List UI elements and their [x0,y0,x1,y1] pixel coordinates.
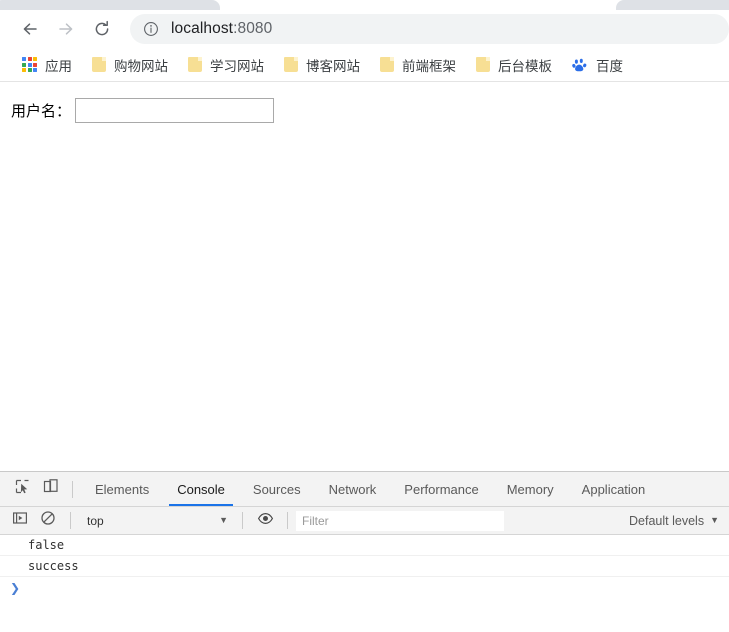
tab-memory[interactable]: Memory [493,472,568,506]
arrow-right-icon [56,19,76,39]
folder-icon [284,57,298,72]
tab-application[interactable]: Application [568,472,660,506]
username-input[interactable] [75,98,275,123]
tab-label: Network [328,481,377,497]
browser-toolbar: localhost:8080 [0,10,729,48]
chevron-down-icon: ▼ [219,515,228,525]
tab-label: Elements [95,481,150,497]
bookmark-label: 百度 [596,58,623,74]
clear-console-icon [40,510,56,531]
divider [287,512,288,529]
bookmark-baidu[interactable]: 百度 [565,52,630,78]
bookmark-label: 后台模板 [498,58,552,74]
inspect-element-icon [14,478,31,500]
tab-label: Console [177,481,225,497]
folder-icon [380,57,394,72]
tab-network[interactable]: Network [315,472,391,506]
bookmark-label: 购物网站 [114,58,168,74]
bookmark-folder-shopping[interactable]: 购物网站 [85,52,175,78]
console-filter-input[interactable] [296,510,504,531]
console-message-text: success [28,559,79,573]
bookmark-folder-frontend[interactable]: 前端框架 [373,52,463,78]
live-expression-button[interactable] [251,508,279,534]
live-expression-eye-icon [257,510,274,532]
username-form-row: 用户名： [11,98,729,123]
tab-label: Performance [404,481,479,497]
console-input-line[interactable]: ❯ [0,577,729,598]
url-port: :8080 [233,20,273,37]
folder-icon [92,57,106,72]
folder-icon [476,57,490,72]
divider [242,512,243,529]
arrow-left-icon [20,19,40,39]
console-context-selector[interactable]: top ▼ [79,511,234,531]
forward-button[interactable] [50,14,82,44]
chevron-down-icon: ▼ [710,515,719,525]
device-toolbar-button[interactable] [36,476,64,502]
console-prompt-icon: ❯ [10,580,21,595]
bookmark-label: 应用 [45,58,72,74]
divider [72,480,73,498]
info-circle-icon[interactable] [142,20,160,38]
clear-console-button[interactable] [34,508,62,534]
tab-label: Application [581,481,646,497]
bookmark-folder-admin-template[interactable]: 后台模板 [469,52,559,78]
url-text: localhost:8080 [171,20,272,38]
console-toolbar: top ▼ Default levels ▼ [0,507,729,535]
console-message: false [0,535,729,556]
bookmark-label: 博客网站 [306,58,360,74]
url-host: localhost [171,20,234,37]
divider [70,512,71,529]
back-button[interactable] [14,14,46,44]
console-output[interactable]: false success ❯ [0,535,729,632]
tab-performance[interactable]: Performance [390,472,492,506]
devtools-tabbar: Elements Console Sources Network Perform… [0,472,729,507]
inspect-element-button[interactable] [8,476,36,502]
browser-window: localhost:8080 应用 购物网站 学习网站 博客网站 前端框架 后台… [0,0,729,471]
console-context-value: top [87,513,104,528]
bookmark-folder-study[interactable]: 学习网站 [181,52,271,78]
bookmarks-bar: 应用 购物网站 学习网站 博客网站 前端框架 后台模板 百度 [0,48,729,82]
device-toolbar-icon [42,478,59,500]
tab-console[interactable]: Console [163,472,239,506]
bookmark-label: 学习网站 [210,58,264,74]
bookmark-label: 前端框架 [402,58,456,74]
tab-sources[interactable]: Sources [239,472,315,506]
execute-sidebar-icon [12,510,28,531]
apps-grid-icon [22,57,37,72]
console-message-text: false [28,538,65,552]
folder-icon [188,57,202,72]
devtools-panel: Elements Console Sources Network Perform… [0,471,729,632]
tab-label: Memory [506,481,554,497]
bookmark-apps[interactable]: 应用 [15,52,79,78]
bookmark-folder-blog[interactable]: 博客网站 [277,52,367,78]
username-label: 用户名： [11,102,72,120]
tab-label: Sources [252,481,301,497]
browser-tab-secondary[interactable] [616,0,729,10]
baidu-paw-icon [572,57,588,73]
page-content: 用户名： [0,82,729,471]
console-message: success [0,556,729,577]
browser-tab[interactable] [0,0,220,10]
console-log-levels-dropdown[interactable]: Default levels ▼ [629,514,719,528]
console-sidebar-button[interactable] [6,508,34,534]
reload-button[interactable] [86,14,118,44]
tab-strip [0,0,729,10]
log-levels-label: Default levels [629,513,705,528]
reload-icon [92,19,112,39]
address-bar[interactable]: localhost:8080 [130,14,729,44]
tab-elements[interactable]: Elements [81,472,163,506]
